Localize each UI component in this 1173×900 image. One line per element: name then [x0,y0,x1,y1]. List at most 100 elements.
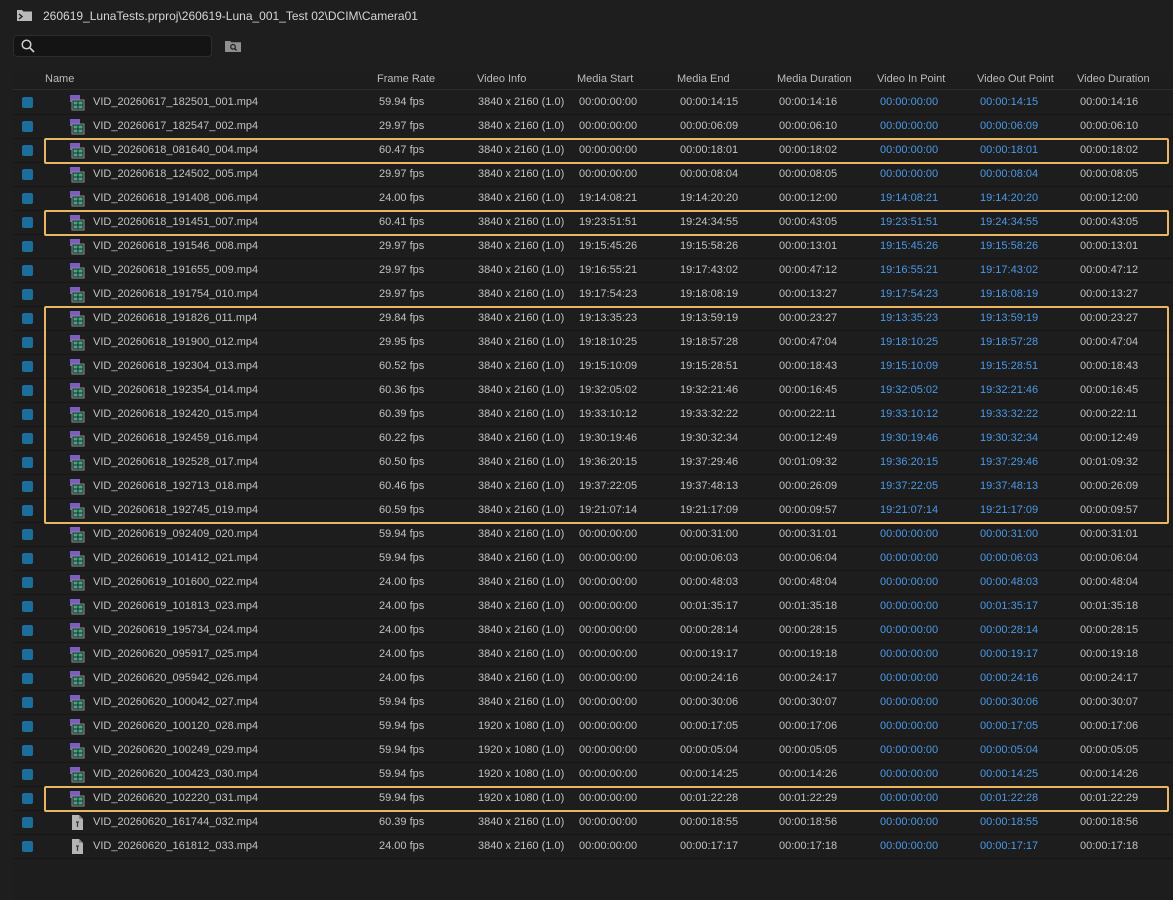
label-color-swatch[interactable] [22,337,33,348]
table-row[interactable]: VID_20260620_100120_028.mp4 59.94 fps 1920… [13,715,1173,739]
video-in-point[interactable]: 00:00:00:00 [880,576,938,588]
table-row[interactable]: VID_20260618_192713_018.mp4 60.46 fps 3840… [13,475,1173,499]
video-in-point[interactable]: 19:32:05:02 [880,384,938,396]
label-color-swatch[interactable] [22,625,33,636]
table-row[interactable]: VID_20260618_192528_017.mp4 60.50 fps 3840… [13,451,1173,475]
video-in-point[interactable]: 00:00:00:00 [880,792,938,804]
video-out-point[interactable]: 19:13:59:19 [980,312,1038,324]
video-in-point[interactable]: 19:33:10:12 [880,408,938,420]
label-color-swatch[interactable] [22,313,33,324]
table-row[interactable]: VID_20260620_095942_026.mp4 24.00 fps 3840… [13,667,1173,691]
video-in-point[interactable]: 19:30:19:46 [880,432,938,444]
video-out-point[interactable]: 00:00:05:04 [980,744,1038,756]
table-row[interactable]: VID_20260618_191826_011.mp4 29.84 fps 3840… [13,307,1173,331]
video-in-point[interactable]: 00:00:00:00 [880,144,938,156]
label-color-swatch[interactable] [22,193,33,204]
table-row[interactable]: VID_20260620_102220_031.mp4 59.94 fps 1920… [13,787,1173,811]
label-color-swatch[interactable] [22,553,33,564]
video-in-point[interactable]: 19:37:22:05 [880,480,938,492]
table-row[interactable]: VID_20260618_192304_013.mp4 60.52 fps 3840… [13,355,1173,379]
table-row[interactable]: VID_20260618_191754_010.mp4 29.97 fps 3840… [13,283,1173,307]
table-row[interactable]: VID_20260619_195734_024.mp4 24.00 fps 3840… [13,619,1173,643]
column-header-name[interactable]: Name [45,73,74,85]
video-out-point[interactable]: 19:18:57:28 [980,336,1038,348]
table-row[interactable]: VID_20260618_191408_006.mp4 24.00 fps 3840… [13,187,1173,211]
label-color-swatch[interactable] [22,481,33,492]
video-out-point[interactable]: 19:37:48:13 [980,480,1038,492]
video-out-point[interactable]: 19:18:08:19 [980,288,1038,300]
column-header-video-duration[interactable]: Video Duration [1077,73,1150,85]
label-color-swatch[interactable] [22,793,33,804]
table-row[interactable]: VID_20260617_182501_001.mp4 59.94 fps 3840… [13,91,1173,115]
video-out-point[interactable]: 19:33:32:22 [980,408,1038,420]
table-row[interactable]: VID_20260620_100249_029.mp4 59.94 fps 1920… [13,739,1173,763]
label-color-swatch[interactable] [22,241,33,252]
table-row[interactable]: VID_20260618_192459_016.mp4 60.22 fps 3840… [13,427,1173,451]
label-color-swatch[interactable] [22,649,33,660]
column-header-media-duration[interactable]: Media Duration [777,73,852,85]
table-row[interactable]: VID_20260618_191546_008.mp4 29.97 fps 3840… [13,235,1173,259]
video-in-point[interactable]: 19:15:10:09 [880,360,938,372]
video-in-point[interactable]: 19:18:10:25 [880,336,938,348]
video-in-point[interactable]: 00:00:00:00 [880,840,938,852]
label-color-swatch[interactable] [22,721,33,732]
video-in-point[interactable]: 19:17:54:23 [880,288,938,300]
video-out-point[interactable]: 00:00:18:01 [980,144,1038,156]
label-color-swatch[interactable] [22,529,33,540]
video-out-point[interactable]: 19:32:21:46 [980,384,1038,396]
label-color-swatch[interactable] [22,817,33,828]
table-row[interactable]: VID_20260620_161744_032.mp4 60.39 fps 3840… [13,811,1173,835]
video-out-point[interactable]: 00:00:48:03 [980,576,1038,588]
video-out-point[interactable]: 19:37:29:46 [980,456,1038,468]
label-color-swatch[interactable] [22,433,33,444]
label-color-swatch[interactable] [22,673,33,684]
video-out-point[interactable]: 00:00:19:17 [980,648,1038,660]
label-color-swatch[interactable] [22,97,33,108]
video-in-point[interactable]: 19:14:08:21 [880,192,938,204]
video-out-point[interactable]: 00:00:14:15 [980,96,1038,108]
video-in-point[interactable]: 00:00:00:00 [880,648,938,660]
column-header-media-start[interactable]: Media Start [577,73,633,85]
table-row[interactable]: VID_20260618_191451_007.mp4 60.41 fps 3840… [13,211,1173,235]
search-box[interactable] [13,35,212,57]
video-out-point[interactable]: 19:15:28:51 [980,360,1038,372]
video-out-point[interactable]: 00:00:24:16 [980,672,1038,684]
table-row[interactable]: VID_20260618_191900_012.mp4 29.95 fps 3840… [13,331,1173,355]
label-color-swatch[interactable] [22,577,33,588]
video-out-point[interactable]: 19:17:43:02 [980,264,1038,276]
video-out-point[interactable]: 00:00:06:03 [980,552,1038,564]
column-header-frame-rate[interactable]: Frame Rate [377,73,435,85]
label-color-swatch[interactable] [22,841,33,852]
column-header-video-in-point[interactable]: Video In Point [877,73,945,85]
video-in-point[interactable]: 00:00:00:00 [880,96,938,108]
label-color-swatch[interactable] [22,361,33,372]
video-out-point[interactable]: 00:01:22:28 [980,792,1038,804]
video-out-point[interactable]: 00:00:08:04 [980,168,1038,180]
video-in-point[interactable]: 00:00:00:00 [880,168,938,180]
table-row[interactable]: VID_20260620_100423_030.mp4 59.94 fps 1920… [13,763,1173,787]
video-in-point[interactable]: 00:00:00:00 [880,672,938,684]
table-row[interactable]: VID_20260619_101412_021.mp4 59.94 fps 3840… [13,547,1173,571]
video-out-point[interactable]: 00:00:06:09 [980,120,1038,132]
video-out-point[interactable]: 19:15:58:26 [980,240,1038,252]
video-out-point[interactable]: 00:00:17:05 [980,720,1038,732]
column-header-video-info[interactable]: Video Info [477,73,526,85]
video-in-point[interactable]: 00:00:00:00 [880,120,938,132]
label-color-swatch[interactable] [22,505,33,516]
video-out-point[interactable]: 00:01:35:17 [980,600,1038,612]
label-color-swatch[interactable] [22,145,33,156]
video-out-point[interactable]: 00:00:30:06 [980,696,1038,708]
column-header-media-end[interactable]: Media End [677,73,730,85]
table-row[interactable]: VID_20260619_092409_020.mp4 59.94 fps 3840… [13,523,1173,547]
table-row[interactable]: VID_20260619_101600_022.mp4 24.00 fps 3840… [13,571,1173,595]
label-color-swatch[interactable] [22,601,33,612]
video-out-point[interactable]: 00:00:18:55 [980,816,1038,828]
video-in-point[interactable]: 19:15:45:26 [880,240,938,252]
video-in-point[interactable]: 00:00:00:00 [880,696,938,708]
label-color-swatch[interactable] [22,265,33,276]
label-color-swatch[interactable] [22,769,33,780]
video-in-point[interactable]: 00:00:00:00 [880,768,938,780]
video-in-point[interactable]: 19:13:35:23 [880,312,938,324]
label-color-swatch[interactable] [22,697,33,708]
table-row[interactable]: VID_20260618_192745_019.mp4 60.59 fps 3840… [13,499,1173,523]
